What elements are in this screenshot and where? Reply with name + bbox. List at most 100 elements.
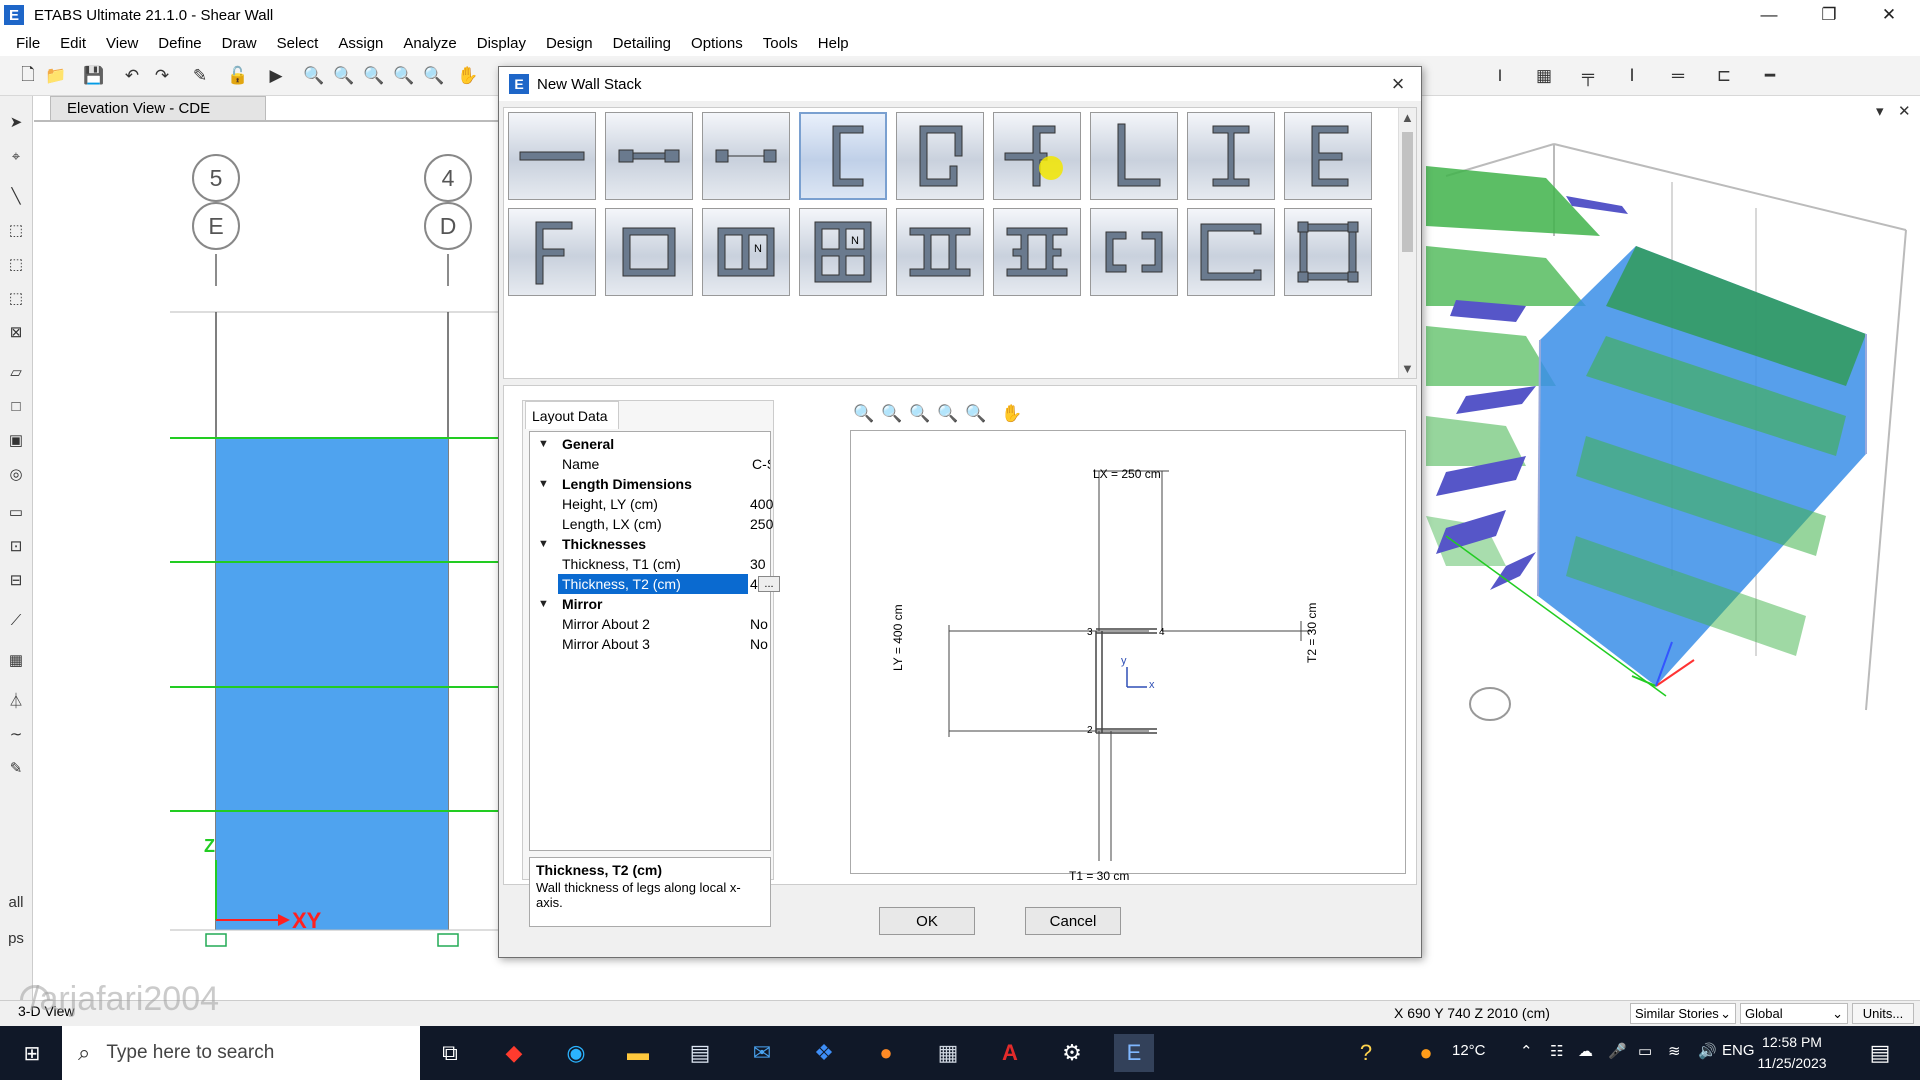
property-row[interactable]: Name C-Shaped Wa <box>530 454 770 474</box>
cancel-button[interactable]: Cancel <box>1025 907 1121 935</box>
zoom-fit-icon[interactable]: 🔍 <box>362 64 386 88</box>
draw-beam-icon[interactable]: ⬚ <box>4 252 28 276</box>
line-icon[interactable]: ━ <box>1758 64 1782 88</box>
shape-box-returns-wall[interactable] <box>1187 208 1275 296</box>
property-value[interactable]: 30 <box>750 556 766 572</box>
draw-dimension-icon[interactable]: ∼ <box>4 722 28 746</box>
save-icon[interactable]: 💾 <box>82 64 106 88</box>
zoom-fit-icon[interactable]: 🔍 <box>906 402 934 426</box>
draw-wall-stack-icon[interactable]: ⊡ <box>4 534 28 558</box>
shape-f-wall[interactable] <box>508 208 596 296</box>
menu-edit[interactable]: Edit <box>50 35 96 52</box>
scroll-up-icon[interactable]: ▲ <box>1401 110 1414 125</box>
shape-straight-ends-wall[interactable] <box>605 112 693 200</box>
property-row[interactable]: Height, LY (cm) 400 <box>530 494 773 514</box>
zoom-in-icon[interactable]: 🔍 <box>392 64 416 88</box>
scroll-thumb[interactable] <box>1402 132 1413 252</box>
zoom-restore-icon[interactable]: 🔍 <box>878 402 906 426</box>
quick-draw-area-icon[interactable]: ▣ <box>4 428 28 452</box>
pointer-icon[interactable]: ➤ <box>4 110 28 134</box>
property-value[interactable]: 250 <box>750 516 773 532</box>
firefox-icon[interactable]: ● <box>866 1034 906 1072</box>
battery-icon[interactable]: ▭ <box>1638 1042 1652 1060</box>
wifi-icon[interactable]: ≋ <box>1668 1042 1681 1060</box>
maximize-button[interactable]: ❐ <box>1800 0 1858 30</box>
shape-straight-wall[interactable] <box>508 112 596 200</box>
menu-display[interactable]: Display <box>467 35 536 52</box>
menu-detailing[interactable]: Detailing <box>603 35 681 52</box>
draw-rect-area-icon[interactable]: □ <box>4 394 28 418</box>
shape-double-box-n-wall[interactable]: N <box>799 208 887 296</box>
shape-box-corners-wall[interactable] <box>1284 208 1372 296</box>
group-mirror[interactable]: ▼ Mirror <box>530 594 770 614</box>
draw-section-cut-icon[interactable]: ⏃ <box>4 688 28 712</box>
shape-t-wall[interactable] <box>993 112 1081 200</box>
draw-frame-icon[interactable]: ⬚ <box>4 218 28 242</box>
property-row[interactable]: Mirror About 2 No <box>530 614 770 634</box>
pencil-icon[interactable]: ✎ <box>188 64 212 88</box>
shape-wall-opening[interactable] <box>702 112 790 200</box>
property-row[interactable]: Length, LX (cm) 250 <box>530 514 773 534</box>
dropbox-icon[interactable]: ❖ <box>804 1034 844 1072</box>
network-icon[interactable]: ☷ <box>1550 1042 1563 1060</box>
draw-column-icon[interactable]: ⬚ <box>4 286 28 310</box>
shape-box-n-wall[interactable]: N <box>702 208 790 296</box>
zoom-out-icon[interactable]: 🔍 <box>962 402 990 426</box>
model-3d-view[interactable]: ▾ ✕ <box>1426 96 1920 1000</box>
shape-bracket-pair-wall[interactable] <box>1090 208 1178 296</box>
brace-icon[interactable]: ═ <box>1666 64 1690 88</box>
menu-draw[interactable]: Draw <box>212 35 267 52</box>
draw-grid-icon[interactable]: ▦ <box>4 648 28 672</box>
draw-joint-icon[interactable]: ╲ <box>4 184 28 208</box>
zoom-window-icon[interactable]: 🔍 <box>850 402 878 426</box>
pan-hand-icon[interactable]: ✋ <box>456 64 480 88</box>
app-diamond-icon[interactable]: ◆ <box>494 1034 534 1072</box>
menu-view[interactable]: View <box>96 35 148 52</box>
tab-layout-data[interactable]: Layout Data <box>525 401 619 429</box>
frame-section-icon[interactable]: ▦ <box>1532 64 1556 88</box>
draw-opening-icon[interactable]: ◎ <box>4 462 28 486</box>
elevation-view[interactable]: Elevation View - CDE 5 E 4 D Z XY <box>34 96 500 1014</box>
run-analysis-icon[interactable]: ▶ <box>264 64 288 88</box>
gallery-scrollbar[interactable]: ▲ ▼ <box>1398 108 1416 378</box>
weather-icon[interactable]: ● <box>1406 1034 1446 1072</box>
draw-area-icon[interactable]: ▱ <box>4 360 28 384</box>
undo-icon[interactable]: ↶ <box>120 64 144 88</box>
menu-select[interactable]: Select <box>267 35 329 52</box>
shape-double-t-flange-wall[interactable] <box>993 208 1081 296</box>
units-button[interactable]: Units... <box>1852 1003 1914 1024</box>
property-row[interactable]: Thickness, T1 (cm) 30 <box>530 554 770 574</box>
property-value[interactable]: No <box>750 616 768 632</box>
group-general[interactable]: ▼ General <box>530 434 770 454</box>
menu-tools[interactable]: Tools <box>753 35 808 52</box>
menu-help[interactable]: Help <box>808 35 859 52</box>
similar-stories-select[interactable]: Similar Stories ⌄ <box>1630 1003 1736 1024</box>
redo-icon[interactable]: ↷ <box>150 64 174 88</box>
wall-section-preview[interactable]: LX = 250 cm LY = 400 cm T1 = 30 cm T2 = … <box>850 430 1406 883</box>
group-thicknesses[interactable]: ▼ Thicknesses <box>530 534 770 554</box>
zoom-restore-icon[interactable]: 🔍 <box>332 64 356 88</box>
tray-chevron-icon[interactable]: ⌃ <box>1520 1042 1533 1060</box>
reshape-icon[interactable]: ⌖ <box>4 144 28 168</box>
property-row[interactable]: Mirror About 3 No <box>530 634 770 654</box>
menu-define[interactable]: Define <box>148 35 211 52</box>
property-row-selected[interactable]: Thickness, T2 (cm)40... <box>530 574 780 594</box>
close-button[interactable]: ✕ <box>1860 0 1918 30</box>
zoom-out-icon[interactable]: 🔍 <box>422 64 446 88</box>
text-cursor-icon[interactable]: I <box>1488 64 1512 88</box>
etabs-taskbar-icon[interactable]: E <box>1114 1034 1154 1072</box>
wall-icon[interactable]: ⊏ <box>1712 64 1736 88</box>
new-file-icon[interactable]: 🗋 <box>16 64 40 88</box>
group-length-dimensions[interactable]: ▼ Length Dimensions <box>530 474 770 494</box>
ellipsis-button[interactable]: ... <box>758 576 780 592</box>
lock-icon[interactable]: 🔓 <box>226 64 250 88</box>
menu-design[interactable]: Design <box>536 35 603 52</box>
shape-e-wall[interactable] <box>1284 112 1372 200</box>
menu-file[interactable]: File <box>6 35 50 52</box>
scroll-down-icon[interactable]: ▼ <box>1401 361 1414 376</box>
draw-wall-icon[interactable]: ▭ <box>4 500 28 524</box>
microphone-icon[interactable]: 🎤 <box>1608 1042 1627 1060</box>
shape-c-returns-wall[interactable] <box>896 112 984 200</box>
shape-double-t-wall[interactable] <box>896 208 984 296</box>
quick-draw-wall-icon[interactable]: ⊟ <box>4 568 28 592</box>
